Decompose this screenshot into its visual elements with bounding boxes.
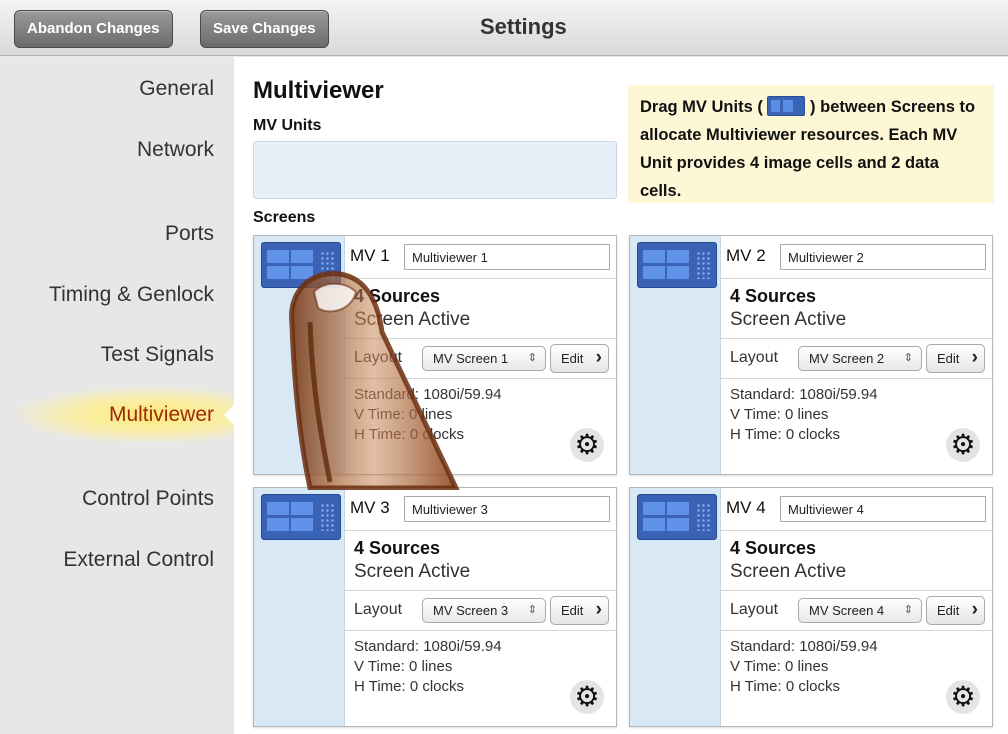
gear-icon[interactable]: ⚙ [570, 680, 604, 714]
edit-button-label: Edit [937, 603, 960, 618]
mv-unit-drop-zone[interactable] [630, 236, 721, 474]
edit-button-label: Edit [561, 603, 584, 618]
select-arrows-icon: ⇕ [903, 604, 913, 616]
edit-layout-button[interactable]: Edit › [926, 344, 985, 373]
v-time-info: V Time: 0 lines [354, 406, 453, 423]
mv-units-label: MV Units [253, 117, 322, 134]
edit-button-label: Edit [561, 351, 584, 366]
sources-count: 4 Sources [730, 286, 817, 306]
settings-sidebar: General Network Ports Timing & Genlock T… [0, 57, 240, 734]
edit-layout-button[interactable]: Edit › [550, 596, 609, 625]
screen-name-field[interactable] [404, 496, 610, 522]
mv-units-pool[interactable] [253, 141, 617, 199]
sidebar-item-external-control[interactable]: External Control [63, 548, 214, 572]
screen-id: MV 1 [350, 246, 390, 265]
h-time-info: H Time: 0 clocks [730, 426, 841, 443]
sidebar-item-timing-genlock[interactable]: Timing & Genlock [49, 283, 214, 307]
screen-status: Screen Active [354, 561, 471, 582]
mv-unit-icon[interactable] [637, 242, 717, 288]
gear-icon[interactable]: ⚙ [570, 428, 604, 462]
sidebar-item-network[interactable]: Network [137, 138, 214, 162]
standard-info: Standard: 1080i/59.94 [354, 386, 502, 403]
v-time-info: V Time: 0 lines [730, 406, 829, 423]
main-content: Multiviewer MV Units Drag MV Units ( ) b… [234, 57, 1008, 734]
mv-unit-icon[interactable] [637, 494, 717, 540]
standard-info: Standard: 1080i/59.94 [730, 638, 878, 655]
edit-layout-button[interactable]: Edit › [550, 344, 609, 373]
screen-card-mv4: MV 4 4 Sources Screen Active Layout MV S… [629, 487, 993, 727]
screen-name-field[interactable] [404, 244, 610, 270]
layout-label: Layout [730, 349, 779, 366]
sidebar-item-control-points[interactable]: Control Points [82, 487, 214, 511]
sidebar-item-test-signals[interactable]: Test Signals [101, 343, 214, 367]
edit-button-label: Edit [937, 351, 960, 366]
layout-select-value: MV Screen 4 [809, 603, 885, 618]
mv-unit-icon[interactable] [261, 494, 341, 540]
sources-count: 4 Sources [730, 538, 817, 558]
chevron-right-icon: › [595, 599, 602, 620]
select-arrows-icon: ⇕ [903, 352, 913, 364]
top-toolbar: Abandon Changes Save Changes Settings [0, 0, 1008, 56]
gear-icon[interactable]: ⚙ [946, 428, 980, 462]
chevron-right-icon: › [971, 347, 978, 368]
sources-count: 4 Sources [354, 538, 441, 558]
standard-info: Standard: 1080i/59.94 [730, 386, 878, 403]
select-arrows-icon: ⇕ [527, 352, 537, 364]
v-time-info: V Time: 0 lines [354, 658, 453, 675]
save-changes-button[interactable]: Save Changes [200, 10, 329, 48]
layout-select[interactable]: MV Screen 4 ⇕ [798, 598, 922, 623]
abandon-changes-button[interactable]: Abandon Changes [14, 10, 173, 48]
chevron-right-icon: › [971, 599, 978, 620]
screen-status: Screen Active [730, 309, 847, 330]
layout-select-value: MV Screen 2 [809, 351, 885, 366]
screen-id: MV 4 [726, 498, 766, 517]
page-title: Multiviewer [253, 77, 384, 104]
screen-status: Screen Active [354, 309, 471, 330]
mv-unit-drop-zone[interactable] [630, 488, 721, 726]
layout-select-value: MV Screen 3 [433, 603, 509, 618]
help-text-part1: Drag MV Units ( [640, 98, 763, 116]
screen-card-mv1: MV 1 4 Sources Screen Active Layout MV S… [253, 235, 617, 475]
screen-card-mv3: MV 3 4 Sources Screen Active Layout MV S… [253, 487, 617, 727]
screen-name-field[interactable] [780, 244, 986, 270]
screen-id: MV 2 [726, 246, 766, 265]
layout-select[interactable]: MV Screen 2 ⇕ [798, 346, 922, 371]
layout-label: Layout [730, 601, 779, 618]
sidebar-item-ports[interactable]: Ports [165, 222, 214, 246]
sidebar-item-multiviewer[interactable]: Multiviewer [109, 403, 214, 427]
page-header-title: Settings [480, 14, 567, 39]
standard-info: Standard: 1080i/59.94 [354, 638, 502, 655]
mv-unit-drop-zone[interactable] [254, 236, 345, 474]
mv-unit-icon[interactable] [261, 242, 341, 288]
screen-card-mv2: MV 2 4 Sources Screen Active Layout MV S… [629, 235, 993, 475]
mv-unit-drop-zone[interactable] [254, 488, 345, 726]
screen-name-field[interactable] [780, 496, 986, 522]
select-arrows-icon: ⇕ [527, 604, 537, 616]
edit-layout-button[interactable]: Edit › [926, 596, 985, 625]
screens-label: Screens [253, 209, 316, 226]
layout-select-value: MV Screen 1 [433, 351, 509, 366]
layout-label: Layout [354, 349, 403, 366]
chevron-right-icon: › [595, 347, 602, 368]
screen-status: Screen Active [730, 561, 847, 582]
sidebar-item-general[interactable]: General [139, 77, 214, 101]
layout-select[interactable]: MV Screen 1 ⇕ [422, 346, 546, 371]
help-text: Drag MV Units ( ) between Screens to all… [628, 85, 994, 203]
layout-select[interactable]: MV Screen 3 ⇕ [422, 598, 546, 623]
layout-label: Layout [354, 601, 403, 618]
h-time-info: H Time: 0 clocks [354, 678, 465, 695]
screen-id: MV 3 [350, 498, 390, 517]
active-indicator-arrow [224, 405, 234, 425]
v-time-info: V Time: 0 lines [730, 658, 829, 675]
h-time-info: H Time: 0 clocks [354, 426, 465, 443]
gear-icon[interactable]: ⚙ [946, 680, 980, 714]
h-time-info: H Time: 0 clocks [730, 678, 841, 695]
mv-unit-icon [767, 96, 806, 116]
sources-count: 4 Sources [354, 286, 441, 306]
